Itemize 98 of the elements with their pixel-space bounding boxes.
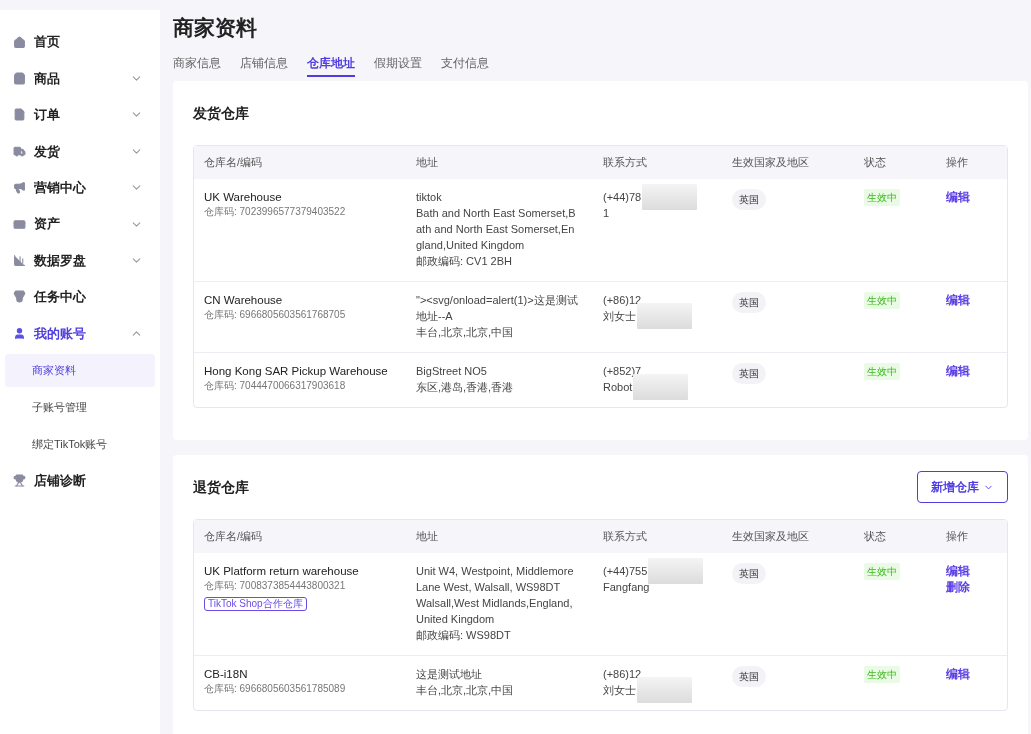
action-link[interactable]: 删除: [946, 579, 970, 595]
contact-line: 刘女士: [603, 682, 636, 698]
column-header: 仓库名/编码: [204, 530, 262, 543]
user-icon: [13, 326, 26, 340]
address-line: tiktok: [416, 190, 442, 205]
sidebar-item[interactable]: 商品: [5, 60, 155, 97]
warehouse-code: 仓库码: 6966805603561768705: [204, 308, 346, 322]
contact-line: Robot: [603, 379, 633, 395]
status-tag: 生效中: [864, 666, 900, 683]
sidebar-item[interactable]: 数据罗盘: [5, 242, 155, 279]
section-title: 退货仓库: [193, 477, 249, 497]
sidebar-item[interactable]: 任务中心: [5, 278, 155, 316]
tab[interactable]: 店铺信息: [240, 54, 288, 77]
address-line: Lane West, Walsall, WS98DT: [416, 580, 561, 595]
address-line: 东区,港岛,香港,香港: [416, 380, 514, 395]
status-tag: 生效中: [864, 563, 900, 580]
warehouse-code: 仓库码: 7023996577379403522: [204, 205, 346, 219]
warehouse-code: 仓库码: 7008373854443800321: [204, 579, 346, 593]
page-title: 商家资料: [173, 15, 258, 41]
tab[interactable]: 商家信息: [173, 54, 221, 77]
action-link[interactable]: 编辑: [946, 292, 970, 308]
country-chip: 英国: [732, 189, 766, 210]
warehouse-name: UK Platform return warehouse: [204, 564, 359, 579]
trophy-icon: [13, 474, 26, 488]
status-tag: 生效中: [864, 189, 900, 206]
country-chip: 英国: [732, 363, 766, 384]
megaphone-icon: [13, 181, 26, 195]
address-line: 邮政编码: CV1 2BH: [416, 254, 512, 269]
country-chip: 英国: [732, 666, 766, 687]
home-icon: [13, 35, 26, 49]
warehouse-name: CN Warehouse: [204, 293, 283, 308]
action-link[interactable]: 编辑: [946, 189, 970, 205]
sidebar-item[interactable]: 我的账号: [5, 315, 155, 352]
sidebar-item[interactable]: 营销中心: [5, 169, 155, 206]
status-tag: 生效中: [864, 292, 900, 309]
action-link[interactable]: 编辑: [946, 363, 970, 379]
sidebar-item[interactable]: 订单: [5, 96, 155, 134]
address-line: 这是测试地址: [416, 667, 482, 682]
contact-line: (+852)7: [603, 363, 642, 379]
card-icon: [13, 217, 26, 231]
contact-line: (+44)755: [603, 563, 648, 579]
warehouse-name: CB-i18N: [204, 667, 248, 682]
redaction-blur: [642, 184, 698, 210]
address-line: Bath and North East Somerset,B: [416, 206, 576, 221]
address-line: ath and North East Somerset,En: [416, 222, 575, 237]
action-link[interactable]: 编辑: [946, 563, 970, 579]
tab[interactable]: 假期设置: [374, 54, 422, 77]
address-line: 邮政编码: WS98DT: [416, 628, 511, 643]
contact-line: (+44)78: [603, 189, 642, 205]
address-line: 丰台,北京,北京,中国: [416, 325, 514, 340]
sidebar-subitem[interactable]: 子账号管理: [5, 390, 155, 424]
add-warehouse-button[interactable]: 新增仓库: [917, 471, 1008, 503]
contact-line: (+86)12: [603, 292, 642, 308]
column-header: 操作: [946, 156, 968, 169]
address-line: 地址--A: [416, 309, 453, 324]
column-header: 操作: [946, 530, 968, 543]
bar-chart-icon: [13, 254, 26, 268]
tab[interactable]: 支付信息: [441, 54, 489, 77]
warehouse-code: 仓库码: 7044470066317903618: [204, 379, 346, 393]
tab[interactable]: 仓库地址: [307, 54, 355, 77]
address-line: 丰台,北京,北京,中国: [416, 683, 514, 698]
address-line: gland,United Kingdom: [416, 238, 525, 253]
sidebar-item[interactable]: 发货: [5, 133, 155, 170]
contact-line: 刘女士: [603, 308, 636, 324]
action-link[interactable]: 编辑: [946, 666, 970, 682]
address-line: "><svg/onload=alert(1)>这是测试: [416, 293, 578, 308]
warehouse-code: 仓库码: 6966805603561785089: [204, 682, 346, 696]
column-header: 联系方式: [603, 156, 647, 169]
document-icon: [13, 108, 26, 122]
contact-line: 1: [603, 205, 610, 221]
column-header: 状态: [864, 156, 886, 169]
column-header: 仓库名/编码: [204, 156, 262, 169]
column-header: 地址: [416, 156, 438, 169]
section-title: 发货仓库: [193, 103, 249, 123]
contact-line: Fangfang: [603, 579, 650, 595]
warehouse-name: Hong Kong SAR Pickup Warehouse: [204, 364, 388, 379]
contact-line: (+86)12: [603, 666, 642, 682]
column-header: 地址: [416, 530, 438, 543]
status-tag: 生效中: [864, 363, 900, 380]
redaction-blur: [648, 558, 704, 584]
address-line: Unit W4, Westpoint, Middlemore: [416, 564, 574, 579]
sidebar-item[interactable]: 首页: [5, 24, 155, 61]
column-header: 联系方式: [603, 530, 647, 543]
sidebar-item[interactable]: 资产: [5, 205, 155, 243]
country-chip: 英国: [732, 563, 766, 584]
address-line: BigStreet NO5: [416, 364, 487, 379]
warehouse-name: UK Warehouse: [204, 190, 282, 205]
truck-icon: [13, 144, 26, 158]
address-line: Walsall,West Midlands,England,: [416, 596, 573, 611]
address-line: United Kingdom: [416, 612, 495, 627]
column-header: 生效国家及地区: [732, 530, 809, 543]
column-header: 生效国家及地区: [732, 156, 809, 169]
country-chip: 英国: [732, 292, 766, 313]
sidebar-subitem[interactable]: 绑定TikTok账号: [5, 427, 155, 461]
sidebar-subitem[interactable]: 商家资料: [5, 353, 155, 387]
column-header: 状态: [864, 530, 886, 543]
partner-tag: TikTok Shop合作仓库: [204, 597, 307, 611]
sidebar-item[interactable]: 店铺诊断: [5, 462, 155, 499]
